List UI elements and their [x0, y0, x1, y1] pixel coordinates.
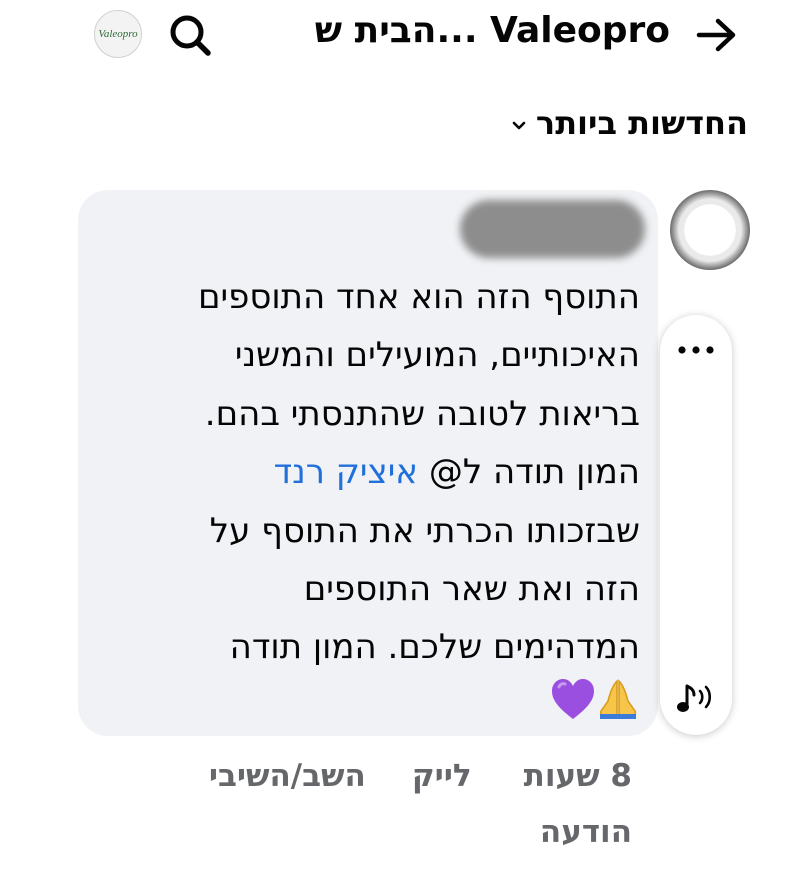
back-button[interactable]	[692, 14, 742, 56]
search-button[interactable]	[165, 12, 215, 58]
audio-button[interactable]	[670, 672, 722, 724]
comment-time: 8 שעות	[523, 758, 632, 794]
audio-note-icon	[677, 684, 712, 712]
more-dots-icon	[678, 346, 714, 354]
purple-heart-emoji	[550, 677, 596, 739]
comment-actions: 8 שעות לייק השב/השיבי	[209, 758, 632, 794]
comment-text-part-1: התוסף הזה הוא אחד התוספים האיכותיים, המו…	[197, 277, 640, 493]
logo-text: Valeopro	[98, 28, 138, 40]
like-button[interactable]: לייק	[412, 758, 472, 794]
mention-link[interactable]: איציק רנד	[274, 452, 418, 492]
comment-text: התוסף הזה הוא אחד התוספים האיכותיים, המו…	[100, 268, 640, 739]
sort-label: החדשות ביותר	[535, 104, 748, 142]
search-icon	[170, 15, 211, 56]
sort-dropdown[interactable]: החדשות ביותר	[512, 104, 748, 142]
report-button[interactable]: הודעה	[540, 814, 632, 850]
reply-button[interactable]: השב/השיבי	[209, 758, 366, 794]
comment-text-part-2: שבזכותו הכרתי את התוסף על הזה ואת שאר הת…	[209, 510, 640, 668]
folded-hands-emoji	[596, 677, 640, 739]
arrow-right-icon	[696, 18, 736, 52]
more-options-button[interactable]	[672, 330, 720, 370]
avatar[interactable]	[670, 190, 750, 270]
page-title: הבית ש... Valeopro	[314, 10, 670, 51]
page-logo[interactable]: Valeopro	[94, 10, 142, 58]
chevron-down-icon	[512, 116, 526, 135]
author-name-blurred[interactable]	[460, 200, 645, 258]
